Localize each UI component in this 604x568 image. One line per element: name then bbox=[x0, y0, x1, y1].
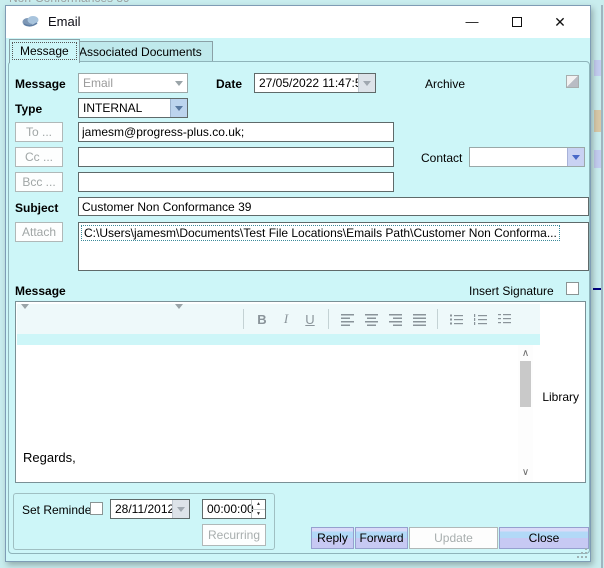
chevron-down-icon bbox=[567, 148, 584, 166]
attach-button[interactable]: Attach bbox=[15, 222, 63, 242]
resize-grip[interactable] bbox=[576, 547, 587, 558]
align-right-button[interactable] bbox=[383, 308, 407, 330]
scroll-up-icon[interactable]: ∧ bbox=[518, 347, 533, 361]
attachments-list[interactable]: C:\Users\jamesm\Documents\Test File Loca… bbox=[78, 222, 589, 271]
toolbar-gap bbox=[17, 334, 540, 345]
recurring-button[interactable]: Recurring bbox=[202, 524, 266, 546]
email-dialog: Email — ✕ Message Associated Documents M… bbox=[5, 5, 591, 562]
toolbar-separator bbox=[328, 309, 329, 329]
reminder-group: Set Reminder 28/11/2012 00:00:00 ▲ ▼ Rec… bbox=[13, 493, 275, 550]
to-input[interactable] bbox=[78, 122, 394, 142]
vertical-scrollbar[interactable]: ∧ ∨ bbox=[518, 345, 533, 482]
tab-associated-documents[interactable]: Associated Documents bbox=[68, 41, 213, 62]
close-button[interactable]: Close bbox=[499, 527, 589, 549]
bcc-button[interactable]: Bcc ... bbox=[15, 172, 63, 192]
set-reminder-checkbox[interactable] bbox=[90, 502, 103, 515]
chevron-down-icon bbox=[170, 74, 187, 92]
update-button[interactable]: Update bbox=[409, 527, 498, 549]
bcc-input[interactable] bbox=[78, 172, 394, 192]
bullet-list-button[interactable] bbox=[444, 308, 468, 330]
contact-label: Contact bbox=[421, 151, 463, 165]
cc-input[interactable] bbox=[78, 147, 394, 167]
subject-input[interactable] bbox=[78, 197, 589, 216]
close-window-button[interactable]: ✕ bbox=[542, 6, 578, 38]
numbered-list-button[interactable] bbox=[468, 308, 492, 330]
insert-signature-label: Insert Signature bbox=[469, 284, 554, 298]
background-fragment bbox=[594, 150, 601, 168]
reminder-time-value: 00:00:00 bbox=[207, 502, 254, 516]
message-body-label: Message bbox=[15, 284, 66, 298]
maximize-button[interactable] bbox=[499, 6, 535, 38]
to-button[interactable]: To ... bbox=[15, 122, 63, 142]
toolbar-separator bbox=[243, 309, 244, 329]
scrollbar-thumb[interactable] bbox=[520, 361, 531, 407]
reply-button[interactable]: Reply bbox=[311, 527, 354, 549]
font-size-combo[interactable] bbox=[175, 304, 237, 329]
align-center-button[interactable] bbox=[359, 308, 383, 330]
message-type-label: Message bbox=[15, 77, 66, 91]
set-reminder-label: Set Reminder bbox=[22, 503, 96, 517]
spin-up-icon[interactable]: ▲ bbox=[252, 500, 265, 510]
minimize-button[interactable]: — bbox=[454, 6, 490, 38]
toolbar-separator bbox=[437, 309, 438, 329]
chevron-down-icon bbox=[172, 500, 189, 518]
rich-text-editor: B I U Regards, ∧ ∨ Library bbox=[15, 301, 586, 483]
justify-button[interactable] bbox=[407, 308, 431, 330]
background-link-fragment bbox=[593, 288, 601, 290]
reminder-date-value: 28/11/2012 bbox=[115, 502, 175, 516]
tab-strip: Message Associated Documents bbox=[6, 39, 590, 63]
subject-label: Subject bbox=[15, 201, 59, 215]
forward-button[interactable]: Forward bbox=[355, 527, 408, 549]
multilevel-list-button[interactable] bbox=[492, 308, 516, 330]
message-body-text: Regards,James McCaigSystem Support Analy… bbox=[23, 450, 76, 465]
attachment-item[interactable]: C:\Users\jamesm\Documents\Test File Loca… bbox=[81, 225, 560, 241]
message-type-value: Email bbox=[83, 76, 114, 90]
italic-button[interactable]: I bbox=[274, 308, 298, 330]
type-combo[interactable]: INTERNAL bbox=[78, 98, 188, 118]
underline-button[interactable]: U bbox=[298, 308, 322, 330]
tab-message[interactable]: Message bbox=[9, 39, 80, 63]
window-title: Email bbox=[48, 14, 81, 29]
screen: Non-Conformances 39 Email — ✕ Message As… bbox=[0, 0, 604, 568]
cc-button[interactable]: Cc ... bbox=[15, 147, 63, 167]
background-fragment bbox=[594, 110, 601, 132]
type-label: Type bbox=[15, 102, 43, 116]
align-left-button[interactable] bbox=[335, 308, 359, 330]
reminder-time-spinner[interactable]: 00:00:00 ▲ ▼ bbox=[202, 499, 266, 519]
insert-signature-checkbox[interactable] bbox=[566, 282, 579, 295]
date-label: Date bbox=[216, 77, 243, 91]
email-app-icon bbox=[22, 14, 39, 31]
editor-toolbar: B I U bbox=[17, 304, 540, 334]
reminder-date-combo[interactable]: 28/11/2012 bbox=[110, 499, 190, 519]
bold-button[interactable]: B bbox=[250, 308, 274, 330]
scroll-down-icon[interactable]: ∨ bbox=[518, 466, 533, 480]
contact-combo[interactable] bbox=[469, 147, 585, 167]
background-fragment bbox=[594, 60, 601, 76]
background-scrollbar-edge bbox=[601, 5, 603, 568]
chevron-down-icon bbox=[358, 74, 375, 92]
type-value: INTERNAL bbox=[83, 101, 143, 115]
chevron-down-icon bbox=[175, 304, 183, 323]
chevron-down-icon bbox=[170, 99, 187, 117]
message-body-textarea[interactable]: Regards,James McCaigSystem Support Analy… bbox=[17, 345, 534, 482]
date-combo[interactable]: 27/05/2022 11:47:55 bbox=[254, 73, 376, 93]
spin-down-icon[interactable]: ▼ bbox=[252, 510, 265, 519]
chevron-down-icon bbox=[21, 304, 29, 323]
archive-label: Archive bbox=[425, 77, 466, 91]
title-bar[interactable]: Email — ✕ bbox=[6, 6, 590, 38]
maximize-icon bbox=[512, 16, 522, 27]
message-type-combo[interactable]: Email bbox=[78, 73, 188, 93]
font-name-combo[interactable] bbox=[21, 304, 171, 329]
archive-checkbox[interactable] bbox=[566, 75, 579, 88]
library-label: Library bbox=[542, 390, 579, 404]
date-value: 27/05/2022 11:47:55 bbox=[259, 76, 369, 90]
